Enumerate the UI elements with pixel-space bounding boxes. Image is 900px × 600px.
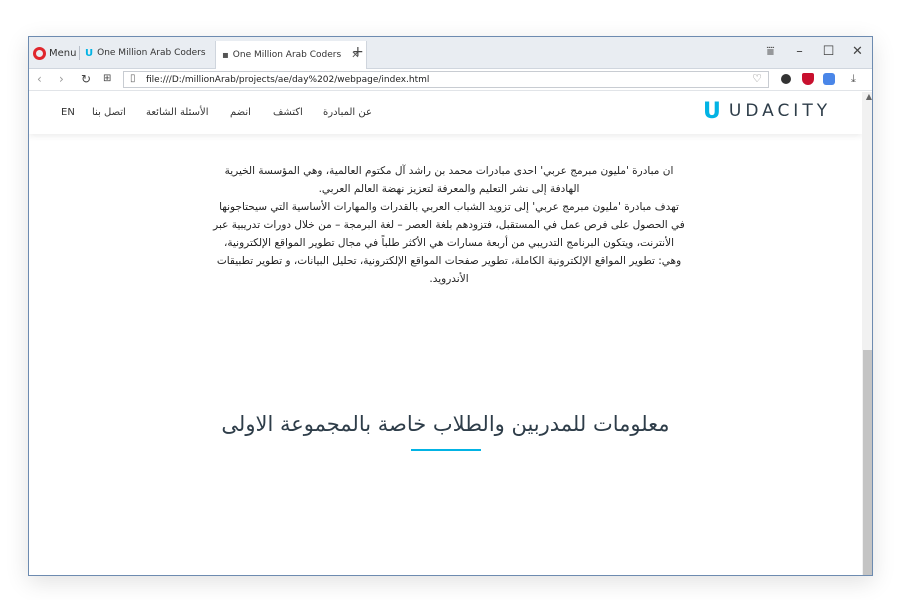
- page-info-icon[interactable]: ▯: [130, 73, 136, 84]
- about-line: الأندرويد.: [429, 273, 469, 285]
- tab-title: One Million Arab Coders: [232, 50, 342, 60]
- title-underline: [411, 449, 481, 451]
- minimize-button[interactable]: –: [785, 37, 814, 65]
- nav-links: EN اتصل بنا الأسئلة الشائعة انضم اكتشف ع…: [29, 107, 429, 121]
- address-toolbar: ‹ › ↻ ⊞ ▯ file:///D:/millionArab/project…: [29, 69, 872, 91]
- brand-name: UDACITY: [728, 101, 832, 121]
- ublock-shield-icon[interactable]: [802, 73, 814, 85]
- section-title: معلومات للمدربين والطلاب خاصة بالمجموعة …: [221, 412, 670, 436]
- menu-label: Menu: [49, 47, 77, 59]
- site-navbar: EN اتصل بنا الأسئلة الشائعة انضم اكتشف ع…: [29, 92, 862, 134]
- desktop: Menu U One Million Arab Coders ✕ ▪ One M…: [0, 0, 900, 600]
- forward-icon[interactable]: ›: [59, 72, 64, 86]
- about-line: ان مبادرة 'مليون مبرمج عربي' احدى مبادرا…: [224, 165, 674, 177]
- nav-faq-link[interactable]: الأسئلة الشائعة: [146, 107, 209, 118]
- tab-one-million-arab-coders-2[interactable]: ▪ One Million Arab Coders ✕: [215, 41, 367, 69]
- about-line: تهدف مبادرة 'مليون مبرمج عربي' إلى تزويد…: [219, 201, 679, 213]
- document-favicon-icon: ▪: [222, 49, 229, 61]
- vertical-scrollbar[interactable]: ▲: [862, 92, 872, 575]
- speed-dial-icon[interactable]: ⊞: [103, 73, 111, 84]
- back-icon[interactable]: ‹: [37, 72, 42, 86]
- new-tab-button[interactable]: +: [352, 44, 364, 60]
- nav-contact-link[interactable]: اتصل بنا: [92, 107, 126, 118]
- about-line: وهي: تطوير المواقع الإلكترونية الكاملة، …: [216, 255, 682, 267]
- scroll-thumb[interactable]: [863, 350, 872, 575]
- browser-window: Menu U One Million Arab Coders ✕ ▪ One M…: [28, 36, 873, 576]
- close-window-button[interactable]: ✕: [843, 37, 872, 65]
- tab-one-million-arab-coders-1[interactable]: U One Million Arab Coders ✕: [85, 45, 224, 61]
- page-viewport: EN اتصل بنا الأسئلة الشائعة انضم اكتشف ع…: [29, 92, 872, 575]
- nav-about-link[interactable]: عن المبادرة: [323, 107, 372, 118]
- opera-menu-button[interactable]: Menu: [33, 45, 76, 61]
- scroll-up-icon[interactable]: ▲: [866, 92, 872, 101]
- udacity-logo[interactable]: U UDACITY: [703, 98, 831, 124]
- window-controls: ⩸ – ☐ ✕: [756, 37, 872, 65]
- download-icon[interactable]: ⤓: [851, 72, 856, 86]
- maximize-button[interactable]: ☐: [814, 37, 843, 65]
- tab-separator: [79, 46, 80, 60]
- bookmark-heart-icon[interactable]: ♡: [752, 72, 762, 85]
- nav-discover-link[interactable]: اكتشف: [273, 107, 303, 118]
- about-line: الهادفة إلى نشر التعليم والمعرفة لتعزيز …: [318, 183, 580, 195]
- tab-title: One Million Arab Coders: [97, 48, 206, 58]
- address-bar[interactable]: ▯ file:///D:/millionArab/projects/ae/day…: [123, 71, 769, 88]
- opera-logo-icon: [33, 46, 46, 60]
- translate-icon[interactable]: [823, 73, 835, 85]
- tab-menu-icon[interactable]: ⩸: [756, 37, 785, 65]
- udacity-favicon-icon: U: [85, 47, 94, 59]
- nav-en-link[interactable]: EN: [61, 107, 75, 118]
- reload-icon[interactable]: ↻: [81, 72, 91, 86]
- settings-gear-icon[interactable]: [781, 74, 791, 84]
- nav-join-link[interactable]: انضم: [230, 107, 251, 118]
- url-text: file:///D:/millionArab/projects/ae/day%2…: [146, 74, 430, 85]
- udacity-logo-icon: U: [703, 98, 721, 124]
- about-line: الأنترنت، ويتكون البرنامج التدريبي من أر…: [223, 237, 675, 249]
- about-paragraph: ان مبادرة 'مليون مبرمج عربي' احدى مبادرا…: [179, 162, 719, 288]
- about-line: في الحصول على فرص عمل في المستقبل، فتزود…: [213, 219, 685, 231]
- tab-strip: Menu U One Million Arab Coders ✕ ▪ One M…: [29, 37, 872, 69]
